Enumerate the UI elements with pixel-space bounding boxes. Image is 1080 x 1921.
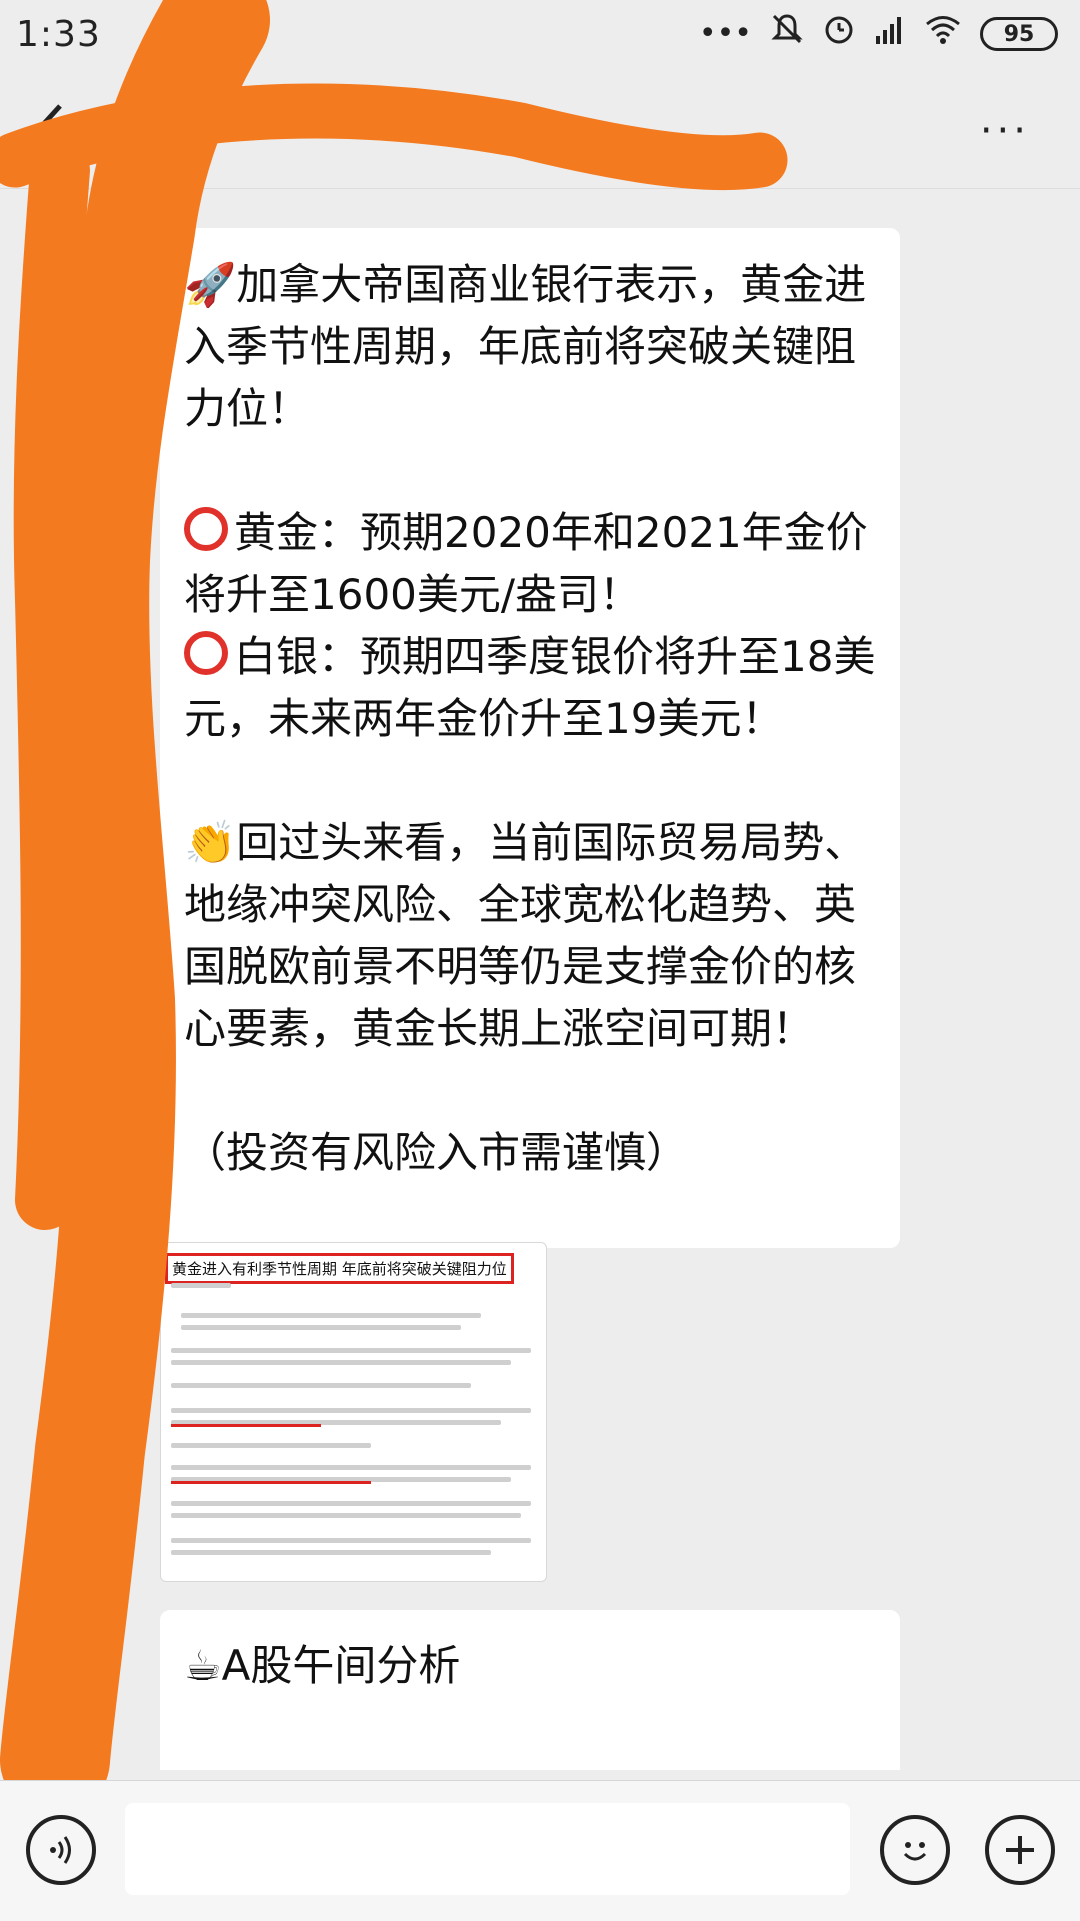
status-icons: ••• 95 — [698, 12, 1058, 57]
article-image-message[interactable]: 黄金进入有利季节性周期 年底前将突破关键阻力位 — [160, 1242, 547, 1582]
message-input-bar — [0, 1780, 1080, 1921]
emoji-button[interactable] — [880, 1815, 950, 1885]
message-paragraph: A股午间分析 — [221, 1641, 461, 1690]
back-button[interactable] — [30, 98, 90, 158]
alarm-icon — [822, 12, 856, 57]
chevron-left-icon — [36, 104, 62, 152]
message-paragraph: 黄金：预期2020年和2021年金价将升至1600美元/盎司！ — [184, 508, 868, 619]
rocket-icon: 🚀 — [184, 260, 237, 309]
voice-input-button[interactable] — [26, 1815, 96, 1885]
red-circle-icon — [184, 631, 228, 675]
signal-icon — [874, 14, 906, 55]
smiley-icon — [903, 1842, 927, 1861]
message-input[interactable] — [125, 1803, 850, 1895]
message-paragraph: 白银：预期四季度银价将升至18美元，未来两年金价升至19美元！ — [184, 632, 876, 743]
message-text: ☕A股午间分析 — [184, 1632, 876, 1693]
chat-message-list[interactable]: 🚀加拿大帝国商业银行表示，黄金进入季节性周期，年底前将突破关键阻力位！ 黄金：预… — [0, 190, 1080, 1770]
more-options-button[interactable]: ··· — [980, 108, 1030, 154]
more-dots-icon: ••• — [698, 16, 752, 51]
clapping-hands-icon: 👏 — [184, 818, 237, 867]
message-paragraph: 加拿大帝国商业银行表示，黄金进入季节性周期，年底前将突破关键阻力位！ — [184, 260, 867, 433]
chat-header: ··· — [0, 68, 1080, 189]
article-headline: 黄金进入有利季节性周期 年底前将突破关键阻力位 — [165, 1253, 514, 1284]
message-paragraph: （投资有风险入市需谨慎） — [184, 1128, 689, 1177]
plus-icon — [1006, 1836, 1034, 1864]
message-paragraph: 回过头来看，当前国际贸易局势、地缘冲突风险、全球宽松化趋势、英国脱欧前景不明等仍… — [184, 818, 867, 1053]
wifi-icon — [924, 14, 962, 55]
status-bar: 1:33 ••• 95 — [0, 0, 1080, 68]
voice-icon — [50, 1836, 71, 1864]
mute-icon — [770, 12, 804, 57]
coffee-icon: ☕ — [184, 1641, 222, 1690]
message-text: 🚀加拿大帝国商业银行表示，黄金进入季节性周期，年底前将突破关键阻力位！ 黄金：预… — [184, 254, 876, 1184]
message-bubble[interactable]: 🚀加拿大帝国商业银行表示，黄金进入季节性周期，年底前将突破关键阻力位！ 黄金：预… — [160, 228, 900, 1248]
battery-icon: 95 — [980, 17, 1058, 51]
message-bubble[interactable]: ☕A股午间分析 — [160, 1610, 900, 1770]
red-circle-icon — [184, 507, 228, 551]
more-functions-button[interactable] — [985, 1815, 1055, 1885]
status-time: 1:33 — [16, 14, 101, 55]
